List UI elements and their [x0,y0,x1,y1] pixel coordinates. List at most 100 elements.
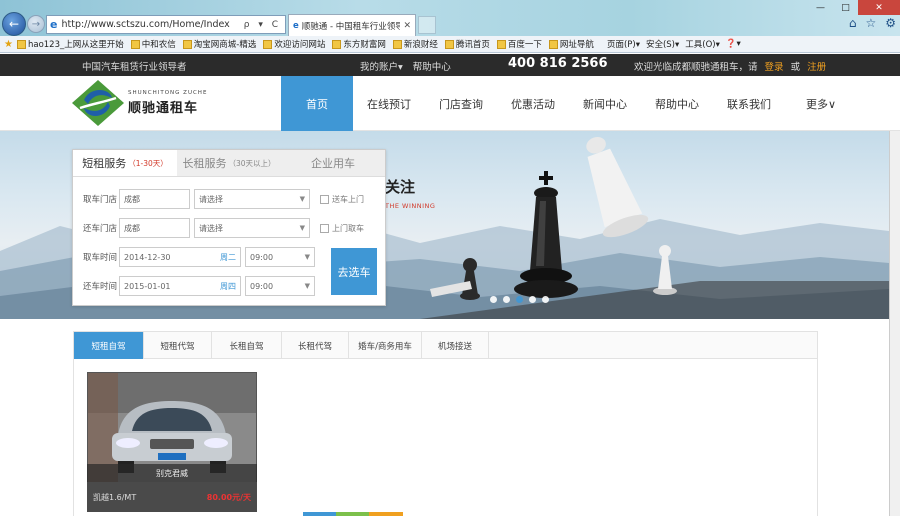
pickup-time-label: 取车时间 [83,253,118,263]
favorites-bar: ★ hao123_上网从这里开始 中和农信 淘宝网商城-精选 欢迎访问网站 东方… [0,36,900,53]
return-date-input[interactable]: 2015-01-01 周四 [119,276,241,296]
pickup-store-select[interactable]: 请选择 ▼ [194,189,310,209]
favorite-link[interactable]: 中和农信 [130,38,176,50]
forward-button[interactable]: → [27,15,45,33]
nav-home[interactable]: 首页 [281,76,353,131]
command-page[interactable]: 页面(P)▾ [607,38,640,50]
car-price: 80.00元/天 [206,492,251,502]
home-icon[interactable]: ⌂ [849,16,857,30]
browser-tab-active[interactable]: e 顺驰通 - 中国租车行业领导者 ✕ [288,14,416,36]
pickup-time-select[interactable]: 09:00 ▼ [245,247,315,267]
chevron-down-icon: ▼ [299,195,305,203]
address-bar[interactable]: e http://www.sctszu.com/Home/Index ρ ▾ C [46,15,286,34]
page-icon [548,39,558,49]
pickup-date-input[interactable]: 2014-12-30 周二 [119,247,241,267]
window-close-icon[interactable]: ✕ [858,0,900,15]
command-help[interactable]: ❓▾ [726,39,741,49]
favorite-link[interactable]: 新浪财经 [392,38,438,50]
tab-long-chauffeur[interactable]: 长租代驾 [282,332,349,359]
banner-dot[interactable] [529,296,536,303]
scrollbar[interactable] [889,131,900,516]
favorite-link[interactable]: 东方财富网 [332,38,386,50]
nav-promotions[interactable]: 优惠活动 [497,76,569,131]
tab-title: 顺驰通 - 中国租车行业领导者 [301,21,401,32]
help-center-link[interactable]: 帮助中心 [413,59,451,73]
page-icon [263,39,273,49]
checkbox-icon [320,223,329,233]
search-car-button[interactable]: 去选车 [331,248,377,295]
banner-slogan: 关注 [385,178,416,196]
banner-dot-active[interactable] [516,296,523,303]
site-header: SHUNCHITONG ZUCHE 顺驰通租车 首页 在线预订 门店查询 优惠活… [0,76,900,131]
window-controls: — □ ✕ [808,0,900,15]
tab-long-rent[interactable]: 长租服务 （30天以上） [177,150,281,176]
new-tab-button[interactable] [418,16,436,34]
site-topbar: 中国汽车租赁行业领导者 我的账户▾ 帮助中心 400 816 2566 欢迎光临… [0,54,900,76]
favorite-link[interactable]: 百度一下 [496,38,542,50]
page-icon [130,39,140,49]
tab-close-icon[interactable]: ✕ [403,21,411,31]
return-city-input[interactable]: 成都 [119,218,190,238]
nav-contact[interactable]: 联系我们 [713,76,785,131]
tab-short-self-drive[interactable]: 短租自驾 [74,332,144,359]
favorite-link[interactable]: 网址导航 [548,38,594,50]
minimize-icon[interactable]: — [808,0,833,15]
tab-enterprise[interactable]: 企业用车 [281,150,385,176]
page-icon [182,39,192,49]
pickup-store-row: 取车门店 成都 请选择 ▼ 送车上门 [83,189,364,209]
pickup-city-input[interactable]: 成都 [119,189,190,209]
booking-panel: 短租服务 （1-30天） 长租服务 （30天以上） 企业用车 取车门店 成都 请选择… [72,149,386,306]
car-listing-section: 短租自驾 短租代驾 长租自驾 长租代驾 婚车/商务用车 机场接送 别克君威 凯越… [73,331,818,516]
command-tools[interactable]: 工具(O)▾ [685,38,720,50]
command-safety[interactable]: 安全(S)▾ [646,38,679,50]
return-time-select[interactable]: 09:00 ▼ [245,276,315,296]
nav-store-search[interactable]: 门店查询 [425,76,497,131]
back-arrow-icon: ← [8,17,20,31]
return-store-select[interactable]: 请选择 ▼ [194,218,310,238]
car-category-tabs: 短租自驾 短租代驾 长租自驾 长租代驾 婚车/商务用车 机场接送 [74,332,817,359]
banner-dot[interactable] [503,296,510,303]
tab-favicon-icon: e [293,20,299,31]
logo-brand-text: 顺驰通租车 [128,101,199,116]
nav-online-booking[interactable]: 在线预订 [353,76,425,131]
nav-help[interactable]: 帮助中心 [641,76,713,131]
favorites-star-icon[interactable]: ★ [4,39,13,50]
address-tools[interactable]: ρ ▾ C [244,20,285,30]
favorite-link[interactable]: 欢迎访问网站 [263,38,325,50]
login-link[interactable]: 登录 [765,62,784,73]
tab-airport-transfer[interactable]: 机场接送 [422,332,489,359]
nav-news[interactable]: 新闻中心 [569,76,641,131]
tab-short-chauffeur[interactable]: 短租代驾 [144,332,212,359]
page-icon [392,39,402,49]
favorite-link[interactable]: 淘宝网商城-精选 [182,38,256,50]
car-card[interactable]: 别克君威 凯越1.6/MT 80.00元/天 [87,372,257,512]
my-account-link[interactable]: 我的账户▾ [360,59,403,73]
collect-checkbox[interactable]: 上门取车 [320,223,364,234]
tab-wedding-business[interactable]: 婚车/商务用车 [349,332,422,359]
return-time-label: 还车时间 [83,282,118,292]
browser-toolbar: ← → e http://www.sctszu.com/Home/Index ρ… [0,0,900,36]
favorite-link[interactable]: 腾讯首页 [444,38,490,50]
back-button[interactable]: ← [2,12,26,36]
maximize-icon[interactable]: □ [833,0,858,15]
star-icon[interactable]: ☆ [865,16,876,30]
forward-arrow-icon: → [31,18,41,30]
site-logo[interactable]: SHUNCHITONG ZUCHE 顺驰通租车 [70,78,210,128]
banner-subslogan: THE WINNING [385,202,436,210]
color-strip [303,512,403,516]
gear-icon[interactable]: ⚙ [885,16,896,30]
delivery-checkbox[interactable]: 送车上门 [320,194,364,205]
tab-short-rent[interactable]: 短租服务 （1-30天） [73,150,177,176]
tab-long-self-drive[interactable]: 长租自驾 [212,332,282,359]
return-store-row: 还车门店 成都 请选择 ▼ 上门取车 [83,218,364,238]
banner-dot[interactable] [542,296,549,303]
register-link[interactable]: 注册 [807,62,826,73]
favorite-link[interactable]: hao123_上网从这里开始 [16,38,124,50]
nav-more[interactable]: 更多∨ [785,76,857,131]
logo-mark-icon [72,80,124,126]
booking-tabs: 短租服务 （1-30天） 长租服务 （30天以上） 企业用车 [73,150,385,177]
banner-dot[interactable] [490,296,497,303]
address-url[interactable]: http://www.sctszu.com/Home/Index [61,19,243,30]
page-icon [16,39,26,49]
pickup-time-row: 取车时间 2014-12-30 周二 09:00 ▼ [83,247,315,267]
